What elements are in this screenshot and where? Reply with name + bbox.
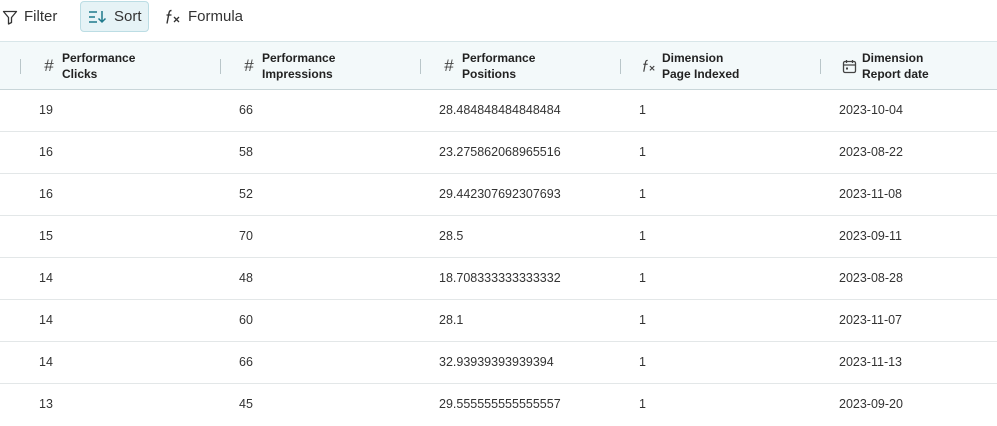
column-header-name: Positions — [462, 67, 517, 81]
formula-label: Formula — [188, 8, 244, 25]
table-row[interactable]: 14 66 32.93939393939394 1 2023-11-13 — [0, 342, 997, 384]
cell-impressions[interactable]: 52 — [239, 174, 253, 215]
cell-impressions[interactable]: 58 — [239, 132, 253, 173]
filter-icon — [2, 9, 18, 25]
cell-positions[interactable]: 32.93939393939394 — [439, 342, 554, 383]
cell-report-date[interactable]: 2023-08-22 — [839, 132, 903, 173]
cell-clicks[interactable]: 14 — [39, 300, 53, 341]
cell-positions[interactable]: 18.708333333333332 — [439, 258, 561, 299]
column-header-dimension-report-date[interactable]: Dimension Report date — [840, 42, 929, 90]
cell-report-date[interactable]: 2023-11-13 — [839, 342, 902, 383]
sort-icon — [88, 9, 108, 25]
cell-clicks[interactable]: 14 — [39, 258, 53, 299]
cell-clicks[interactable]: 13 — [39, 384, 53, 425]
cell-positions[interactable]: 28.484848484848484 — [439, 90, 561, 131]
cell-page-indexed[interactable]: 1 — [639, 258, 646, 299]
column-header-group: Performance — [462, 51, 536, 65]
formula-icon — [640, 59, 658, 73]
cell-positions[interactable]: 23.275862068965516 — [439, 132, 561, 173]
table-row[interactable]: 13 45 29.555555555555557 1 2023-09-20 — [0, 384, 997, 426]
cell-impressions[interactable]: 45 — [239, 384, 253, 425]
column-header-name: Impressions — [262, 67, 333, 81]
table-row[interactable]: 15 70 28.5 1 2023-09-11 — [0, 216, 997, 258]
cell-clicks[interactable]: 15 — [39, 216, 53, 257]
cell-report-date[interactable]: 2023-11-08 — [839, 174, 902, 215]
column-header-performance-positions[interactable]: # Performance Positions — [440, 42, 535, 90]
hash-icon: # — [244, 56, 254, 75]
table-row[interactable]: 16 52 29.442307692307693 1 2023-11-08 — [0, 174, 997, 216]
cell-impressions[interactable]: 48 — [239, 258, 253, 299]
formula-button[interactable]: Formula — [164, 1, 256, 32]
sort-label: Sort — [114, 8, 142, 25]
column-separator[interactable] — [420, 59, 421, 74]
formula-icon — [164, 9, 182, 25]
column-header-group: Dimension — [662, 51, 724, 65]
hash-icon: # — [444, 56, 454, 75]
cell-report-date[interactable]: 2023-11-07 — [839, 300, 902, 341]
filter-button[interactable]: Filter — [2, 1, 74, 32]
cell-impressions[interactable]: 70 — [239, 216, 253, 257]
cell-impressions[interactable]: 66 — [239, 90, 253, 131]
cell-positions[interactable]: 28.5 — [439, 216, 463, 257]
cell-page-indexed[interactable]: 1 — [639, 342, 646, 383]
column-header-name: Report date — [862, 67, 929, 81]
toolbar: Filter Sort Formula — [0, 0, 997, 40]
column-header-name: Clicks — [62, 67, 98, 81]
cell-impressions[interactable]: 66 — [239, 342, 253, 383]
table-row[interactable]: 16 58 23.275862068965516 1 2023-08-22 — [0, 132, 997, 174]
header-row: # Performance Clicks # Performance Impress… — [0, 41, 997, 90]
cell-page-indexed[interactable]: 1 — [639, 90, 646, 131]
grid-body: 19 66 28.484848484848484 1 2023-10-04 16… — [0, 90, 997, 426]
column-header-group: Dimension — [862, 51, 924, 65]
table-row[interactable]: 14 60 28.1 1 2023-11-07 — [0, 300, 997, 342]
data-grid: # Performance Clicks # Performance Impress… — [0, 41, 997, 426]
cell-report-date[interactable]: 2023-10-04 — [839, 90, 903, 131]
cell-report-date[interactable]: 2023-09-11 — [839, 216, 902, 257]
hash-icon: # — [44, 56, 54, 75]
column-separator[interactable] — [820, 59, 821, 74]
column-separator[interactable] — [20, 59, 21, 74]
cell-impressions[interactable]: 60 — [239, 300, 253, 341]
sort-button[interactable]: Sort — [80, 1, 149, 32]
column-header-group: Performance — [262, 51, 336, 65]
cell-clicks[interactable]: 16 — [39, 174, 53, 215]
table-row[interactable]: 19 66 28.484848484848484 1 2023-10-04 — [0, 90, 997, 132]
column-separator[interactable] — [620, 59, 621, 74]
calendar-icon — [840, 59, 858, 74]
cell-page-indexed[interactable]: 1 — [639, 384, 646, 425]
cell-page-indexed[interactable]: 1 — [639, 132, 646, 173]
cell-page-indexed[interactable]: 1 — [639, 174, 646, 215]
cell-positions[interactable]: 29.555555555555557 — [439, 384, 561, 425]
cell-positions[interactable]: 28.1 — [439, 300, 463, 341]
table-row[interactable]: 14 48 18.708333333333332 1 2023-08-28 — [0, 258, 997, 300]
cell-report-date[interactable]: 2023-09-20 — [839, 384, 903, 425]
column-header-performance-clicks[interactable]: # Performance Clicks — [40, 42, 135, 90]
column-header-dimension-page-indexed[interactable]: Dimension Page Indexed — [640, 42, 739, 90]
cell-clicks[interactable]: 16 — [39, 132, 53, 173]
filter-label: Filter — [24, 8, 58, 25]
cell-page-indexed[interactable]: 1 — [639, 300, 646, 341]
column-header-group: Performance — [62, 51, 136, 65]
column-header-name: Page Indexed — [662, 67, 740, 81]
cell-page-indexed[interactable]: 1 — [639, 216, 646, 257]
cell-positions[interactable]: 29.442307692307693 — [439, 174, 561, 215]
cell-clicks[interactable]: 14 — [39, 342, 53, 383]
cell-clicks[interactable]: 19 — [39, 90, 53, 131]
column-header-performance-impressions[interactable]: # Performance Impressions — [240, 42, 335, 90]
cell-report-date[interactable]: 2023-08-28 — [839, 258, 903, 299]
column-separator[interactable] — [220, 59, 221, 74]
